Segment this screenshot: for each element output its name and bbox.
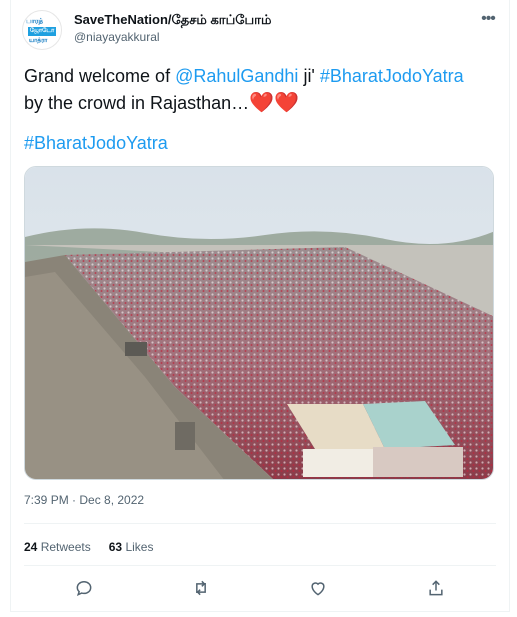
- more-options-icon[interactable]: •••: [478, 10, 498, 30]
- reply-icon[interactable]: [72, 576, 96, 600]
- likes-count: 63: [108, 540, 123, 554]
- avatar-text-1: பாரத்: [26, 18, 44, 25]
- hashtag-link[interactable]: #BharatJodoYatra: [320, 66, 464, 86]
- crowd-photo-illustration: [25, 167, 493, 479]
- hashtag-link-standalone[interactable]: #BharatJodoYatra: [24, 133, 168, 154]
- retweets-label: Retweets: [40, 540, 91, 554]
- divider: [24, 565, 496, 566]
- tweet-text-part1: Grand welcome of: [24, 66, 176, 86]
- likes-label: Likes: [125, 540, 154, 554]
- display-name[interactable]: SaveTheNation/தேசம் காப்போம்: [74, 12, 271, 29]
- tweet-text-part2: ji': [298, 66, 320, 86]
- tweet-photo[interactable]: [24, 166, 494, 480]
- likes-stat[interactable]: 63 Likes: [109, 540, 154, 554]
- heart-icon[interactable]: [306, 576, 330, 600]
- retweets-stat[interactable]: 24 Retweets: [24, 540, 91, 554]
- heart-emoji: ❤️❤️: [249, 92, 299, 114]
- timestamp[interactable]: 7:39 PM · Dec 8, 2022: [24, 493, 144, 507]
- avatar[interactable]: பாரத் ஜோடோ யாத்ரா: [22, 10, 62, 50]
- mention-link[interactable]: @RahulGandhi: [175, 66, 298, 86]
- tweet-text-part3: by the crowd in Rajasthan…: [24, 93, 250, 113]
- avatar-text-2: ஜோடோ: [28, 27, 56, 36]
- divider: [24, 523, 496, 524]
- avatar-text-3: யாத்ரா: [29, 38, 48, 44]
- action-bar: [24, 576, 496, 602]
- user-handle[interactable]: @niayayakkural: [74, 30, 160, 44]
- retweets-count: 24: [24, 540, 38, 554]
- engagement-stats: 24 Retweets 63 Likes: [24, 540, 153, 554]
- tweet-text: Grand welcome of @RahulGandhi ji' #Bhara…: [24, 63, 504, 117]
- retweet-icon[interactable]: [189, 576, 213, 600]
- share-icon[interactable]: [424, 576, 448, 600]
